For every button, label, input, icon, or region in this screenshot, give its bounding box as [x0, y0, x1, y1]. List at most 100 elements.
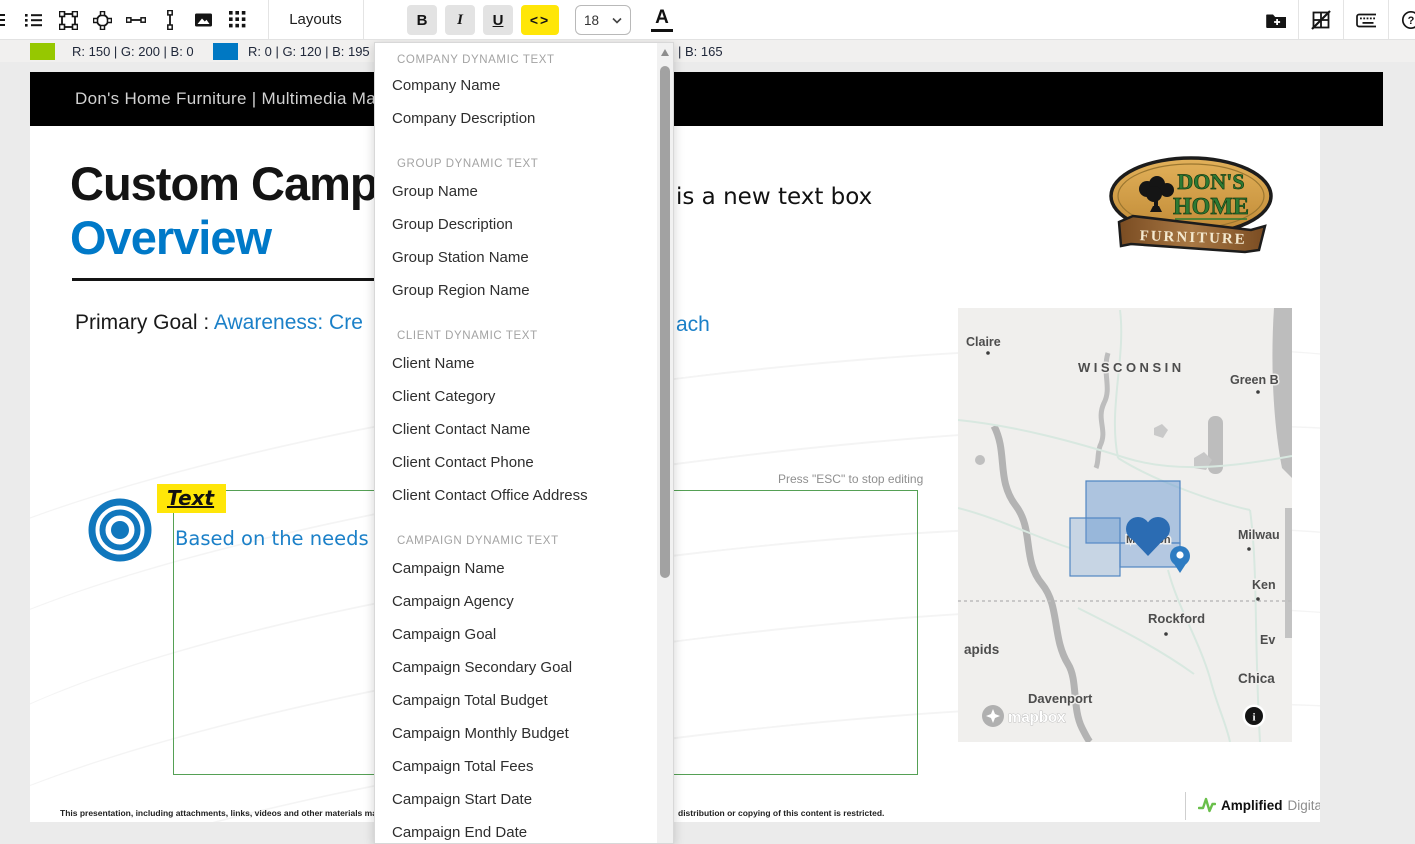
highlighted-text-label[interactable]: Text — [157, 484, 226, 513]
dons-home-furniture-logo: DON'S HOME FURNITURE — [1105, 156, 1277, 269]
selection-frame-icon[interactable] — [58, 10, 78, 30]
map-label-evanston: Ev — [1260, 633, 1275, 647]
underline-button[interactable]: U — [483, 5, 513, 35]
menu-icon[interactable] — [0, 10, 10, 30]
font-size-select[interactable]: 18 — [575, 5, 631, 35]
vertical-line-icon[interactable] — [160, 10, 180, 30]
coverage-map: Madison WISCONSIN Claire Green B — [958, 308, 1292, 747]
dynamic-text-dropdown: COMPANY DYNAMIC TEXT Company Name Compan… — [374, 42, 674, 844]
brand-name-bold: Amplified — [1221, 798, 1283, 813]
keyboard-icon[interactable] — [1356, 10, 1376, 30]
dropdown-item-campaign-secondary-goal[interactable]: Campaign Secondary Goal — [375, 651, 657, 684]
footer-disclaimer-left: This presentation, including attachments… — [60, 808, 399, 818]
image-icon[interactable] — [194, 10, 214, 30]
map-label-green-bay: Green B — [1230, 373, 1279, 387]
amplified-digital-logo: Amplified Digital — [1198, 796, 1320, 814]
new-text-box-text[interactable]: is a new text box — [676, 184, 872, 210]
highlighted-county — [1070, 518, 1120, 576]
dropdown-item-campaign-monthly-budget[interactable]: Campaign Monthly Budget — [375, 717, 657, 750]
map-label-milwaukee: Milwau — [1238, 528, 1280, 542]
italic-button[interactable]: I — [445, 5, 475, 35]
blue-swatch-label: R: 0 | G: 120 | B: 195 — [248, 44, 370, 59]
goal-value-tail: ach — [676, 313, 710, 337]
dropdown-item-campaign-goal[interactable]: Campaign Goal — [375, 618, 657, 651]
dropdown-section-header-campaign: CAMPAIGN DYNAMIC TEXT — [375, 512, 657, 552]
toolbar-right-icons: ? — [1254, 0, 1411, 40]
logo-line2: HOME — [1173, 194, 1249, 220]
dropdown-scrollbar[interactable] — [657, 43, 673, 844]
dropdown-item-campaign-name[interactable]: Campaign Name — [375, 552, 657, 585]
toolbar-left-icons — [0, 0, 248, 40]
bold-button[interactable]: B — [407, 5, 437, 35]
svg-text:i: i — [1252, 712, 1255, 724]
map-label-rockford: Rockford — [1148, 611, 1205, 626]
slide-title-line2[interactable]: Overview — [70, 210, 271, 265]
help-icon[interactable]: ? — [1401, 10, 1415, 30]
dropdown-item-campaign-total-fees[interactable]: Campaign Total Fees — [375, 750, 657, 783]
brand-name-light: Digital — [1288, 798, 1320, 813]
chevron-down-icon — [612, 17, 622, 24]
map-label-kenosha: Ken — [1252, 578, 1276, 592]
anchor-point-icon[interactable] — [92, 10, 112, 30]
toolbar-divider — [1298, 0, 1299, 40]
body-text[interactable]: Based on the needs — [175, 527, 369, 550]
dropdown-item-campaign-start-date[interactable]: Campaign Start Date — [375, 783, 657, 816]
dropdown-item-group-description[interactable]: Group Description — [375, 208, 657, 241]
add-folder-icon[interactable] — [1266, 10, 1286, 30]
color-underline — [651, 29, 673, 33]
map-label-rapids: apids — [964, 642, 999, 657]
slide-header-title: Don's Home Furniture | Multimedia Mark — [75, 72, 391, 126]
map-label-chicago: Chica — [1238, 671, 1275, 686]
dropdown-item-group-station-name[interactable]: Group Station Name — [375, 241, 657, 274]
map-label-davenport: Davenport — [1028, 691, 1093, 706]
dropdown-item-client-contact-name[interactable]: Client Contact Name — [375, 413, 657, 446]
dropdown-item-group-region-name[interactable]: Group Region Name — [375, 274, 657, 307]
dropdown-item-client-contact-office-address[interactable]: Client Contact Office Address — [375, 479, 657, 512]
primary-goal-line[interactable]: Primary Goal : Awareness: Cre — [75, 311, 363, 335]
format-group: B I U <> 18 A — [407, 5, 673, 35]
dropdown-item-client-contact-phone[interactable]: Client Contact Phone — [375, 446, 657, 479]
dynamic-text-button[interactable]: <> — [521, 5, 559, 35]
dropdown-section-header-client: CLIENT DYNAMIC TEXT — [375, 307, 657, 347]
toolbar-divider — [363, 0, 364, 40]
dropdown-item-group-name[interactable]: Group Name — [375, 175, 657, 208]
footer-disclaimer-right: distribution or copying of this content … — [678, 808, 884, 818]
map-label-wisconsin: WISCONSIN — [1078, 360, 1185, 375]
font-size-value: 18 — [584, 13, 599, 28]
green-swatch[interactable] — [30, 43, 55, 60]
dropdown-section-header-company: COMPANY DYNAMIC TEXT — [375, 43, 657, 69]
esc-hint: Press "ESC" to stop editing — [778, 472, 923, 486]
layouts-button[interactable]: Layouts — [268, 0, 363, 40]
slide-title-line1[interactable]: Custom Camp — [70, 156, 378, 211]
mapbox-logo[interactable]: mapbox — [982, 705, 1066, 727]
dropdown-item-campaign-total-budget[interactable]: Campaign Total Budget — [375, 684, 657, 717]
dropdown-item-company-name[interactable]: Company Name — [375, 69, 657, 102]
scrollbar-thumb[interactable] — [660, 66, 670, 578]
blue-swatch[interactable] — [213, 43, 238, 60]
green-swatch-label: R: 150 | G: 200 | B: 0 — [72, 44, 194, 59]
campaign-editor-app: Layouts B I U <> 18 A — [0, 0, 1415, 844]
bullseye-icon — [88, 498, 152, 567]
horizontal-line-icon[interactable] — [126, 10, 146, 30]
pulse-icon — [1198, 796, 1216, 814]
footer-brand-divider — [1185, 792, 1186, 820]
grid-dots-icon[interactable] — [228, 10, 248, 30]
dropdown-item-company-description[interactable]: Company Description — [375, 102, 657, 135]
dropdown-list: COMPANY DYNAMIC TEXT Company Name Compan… — [375, 43, 657, 844]
dropdown-item-client-category[interactable]: Client Category — [375, 380, 657, 413]
dropdown-item-client-name[interactable]: Client Name — [375, 347, 657, 380]
dropdown-item-campaign-end-date[interactable]: Campaign End Date — [375, 816, 657, 844]
map-label-eau-claire: Claire — [966, 335, 1001, 349]
bullet-list-icon[interactable] — [24, 10, 44, 30]
dropdown-section-header-group: GROUP DYNAMIC TEXT — [375, 135, 657, 175]
toolbar-divider — [1388, 0, 1389, 40]
goal-value: Awareness: Cre — [214, 311, 363, 334]
map-info-button[interactable]: i — [1243, 705, 1266, 728]
scrollbar-up-arrow[interactable] — [661, 49, 669, 56]
mapbox-wordmark: mapbox — [1008, 709, 1066, 726]
text-color-button[interactable]: A — [651, 8, 673, 33]
toolbar-divider — [1343, 0, 1344, 40]
grid-disabled-icon[interactable] — [1311, 10, 1331, 30]
logo-line1: DON'S — [1177, 169, 1244, 194]
dropdown-item-campaign-agency[interactable]: Campaign Agency — [375, 585, 657, 618]
